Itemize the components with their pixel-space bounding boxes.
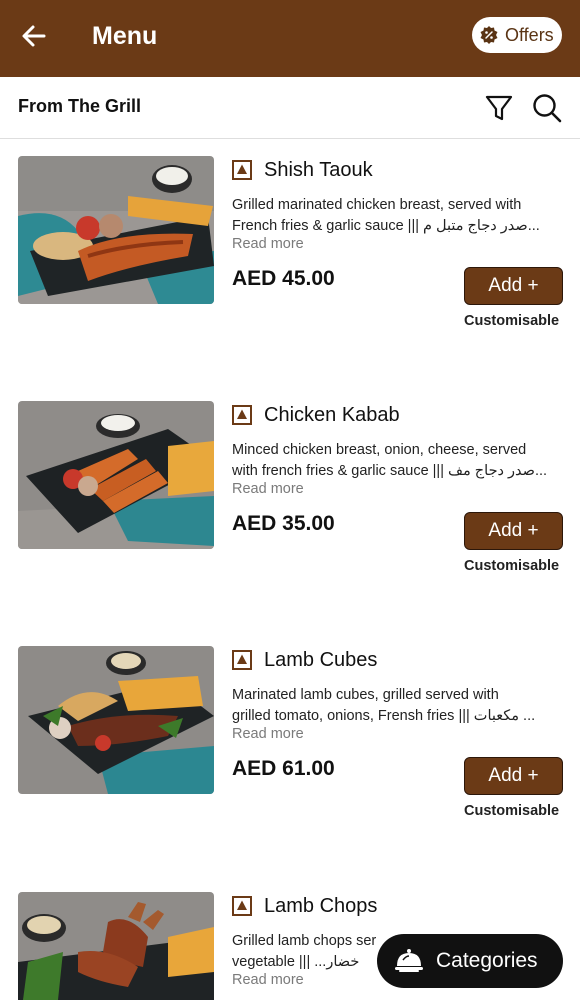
item-price: AED 35.00: [232, 512, 335, 535]
description-line: with french fries & garlic sauce ||| صدر…: [232, 463, 548, 479]
customisable-label: Customisable: [464, 803, 560, 819]
item-name: Lamb Chops: [264, 895, 378, 917]
add-button[interactable]: Add +: [464, 267, 563, 305]
filter-icon: [485, 95, 513, 121]
categories-label: Categories: [436, 949, 538, 972]
description-line: grilled tomato, onions, Frensh fries |||…: [232, 708, 536, 724]
page-title: Menu: [92, 22, 158, 50]
non-veg-icon: [232, 650, 252, 670]
filter-button[interactable]: [484, 92, 514, 124]
read-more-link[interactable]: Read more: [232, 236, 304, 252]
food-image[interactable]: [18, 892, 214, 1000]
description-line: Minced chicken breast, onion, cheese, se…: [232, 442, 527, 458]
non-veg-icon: [232, 896, 252, 916]
item-description: Marinated lamb cubes, grilled served wit…: [232, 685, 562, 727]
menu-item[interactable]: Chicken Kabab Minced chicken breast, oni…: [0, 401, 580, 646]
non-veg-icon: [232, 160, 252, 180]
offers-label: Offers: [505, 24, 554, 45]
description-line: Marinated lamb cubes, grilled served wit…: [232, 687, 499, 703]
customisable-label: Customisable: [464, 313, 560, 329]
categories-button[interactable]: Categories: [377, 934, 563, 988]
offers-button[interactable]: Offers: [472, 17, 562, 53]
food-cloche-icon: [395, 949, 423, 972]
search-button[interactable]: [531, 92, 563, 124]
section-header: From The Grill: [0, 77, 580, 139]
section-title: From The Grill: [18, 96, 142, 116]
description-line: Grilled marinated chicken breast, served…: [232, 197, 522, 213]
add-button[interactable]: Add +: [464, 512, 563, 550]
search-icon: [533, 94, 562, 123]
item-description: Grilled marinated chicken breast, served…: [232, 195, 562, 237]
read-more-link[interactable]: Read more: [232, 481, 304, 497]
add-button[interactable]: Add +: [464, 757, 563, 795]
customisable-label: Customisable: [464, 558, 560, 574]
back-button[interactable]: [18, 20, 50, 52]
food-image[interactable]: [18, 401, 214, 549]
item-price: AED 61.00: [232, 757, 335, 780]
arrow-left-icon: [22, 25, 46, 47]
menu-item[interactable]: Lamb Cubes Marinated lamb cubes, grilled…: [0, 646, 580, 891]
app-bar: Menu Offers: [0, 0, 580, 77]
menu-item[interactable]: Shish Taouk Grilled marinated chicken br…: [0, 156, 580, 401]
description-line: French fries & garlic sauce ||| صدر دجاج…: [232, 218, 540, 234]
item-name: Chicken Kabab: [264, 404, 400, 426]
non-veg-icon: [232, 405, 252, 425]
food-image[interactable]: [18, 156, 214, 304]
food-image[interactable]: [18, 646, 214, 794]
item-price: AED 45.00: [232, 267, 335, 290]
read-more-link[interactable]: Read more: [232, 972, 304, 988]
item-name: Lamb Cubes: [264, 649, 378, 671]
item-description: Minced chicken breast, onion, cheese, se…: [232, 440, 562, 482]
item-name: Shish Taouk: [264, 159, 373, 181]
discount-badge-icon: [480, 26, 498, 44]
read-more-link[interactable]: Read more: [232, 726, 304, 742]
